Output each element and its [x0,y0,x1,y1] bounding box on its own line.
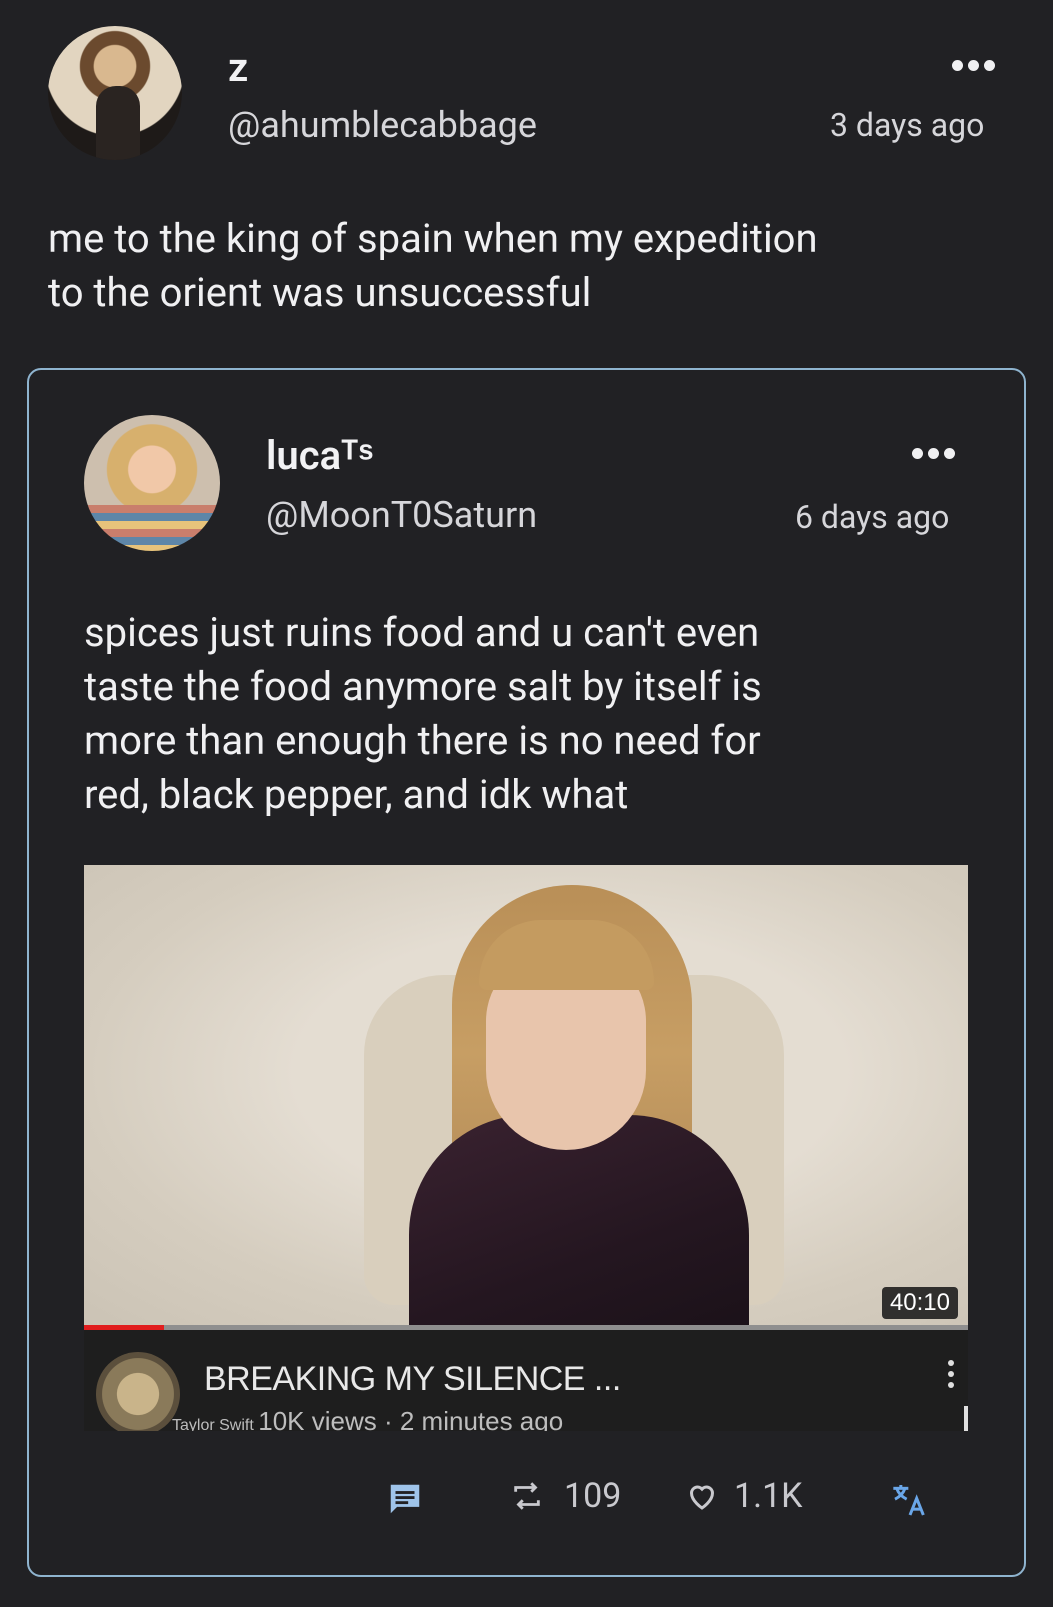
video-duration-badge: 40:10 [881,1287,958,1319]
video-views: 10K views [258,1406,377,1431]
more-options-icon[interactable] [952,60,995,71]
video-menu-icon [948,1360,954,1388]
comment-icon [390,1484,420,1514]
post-text-line: to the orient was unsuccessful [48,269,592,316]
quoted-text-line: red, black pepper, and idk what [84,771,629,818]
video-thumbnail: 40:10 [84,865,968,1325]
channel-avatar [96,1352,180,1431]
quoted-author-avatar[interactable] [84,415,220,551]
video-info-bar: BREAKING MY SILENCE ... Taylor Swift 10K… [84,1330,968,1431]
video-title: BREAKING MY SILENCE ... [204,1360,621,1398]
post-text: me to the king of spain when my expediti… [48,212,818,320]
video-meta-separator: · [376,1406,400,1431]
quoted-text-line: taste the food anymore salt by itself is [84,663,762,710]
video-channel: Taylor Swift [172,1417,254,1431]
quoted-author-handle[interactable]: @MoonT0Saturn [266,494,537,536]
author-display-name[interactable]: z [228,44,248,91]
quoted-post-timestamp: 6 days ago [795,498,950,536]
quoted-author-display-name[interactable]: lucaᵀˢ [266,432,373,479]
video-meta: Taylor Swift 10K views · 2 minutes ago [172,1406,563,1431]
like-button[interactable]: 1.1K [684,1476,803,1516]
bangs-shape [479,920,654,990]
author-avatar[interactable] [48,26,182,160]
quoted-text-line: spices just ruins food and u can't even [84,609,760,656]
translate-icon [893,1485,925,1516]
video-age: 2 minutes ago [399,1406,564,1431]
quoted-post-text: spices just ruins food and u can't even … [84,606,762,822]
like-count: 1.1K [734,1476,803,1516]
quoted-more-options-icon[interactable] [912,448,955,459]
post-text-line: me to the king of spain when my expediti… [48,215,818,262]
reblog-icon [514,1482,540,1510]
action-bar: 109 1.1K [0,1476,1053,1540]
reblog-count: 109 [564,1476,622,1516]
video-image[interactable]: 40:10 BREAKING MY SILENCE ... Taylor Swi… [84,865,968,1431]
translate-button[interactable] [890,1480,930,1520]
quoted-text-line: more than enough there is no need for [84,717,761,764]
reblog-button[interactable]: 109 [510,1476,621,1516]
comment-button[interactable] [386,1480,424,1518]
video-edge-mark [964,1406,968,1431]
post-timestamp: 3 days ago [830,106,985,144]
author-handle[interactable]: @ahumblecabbage [228,104,537,146]
heart-icon [689,1485,715,1510]
